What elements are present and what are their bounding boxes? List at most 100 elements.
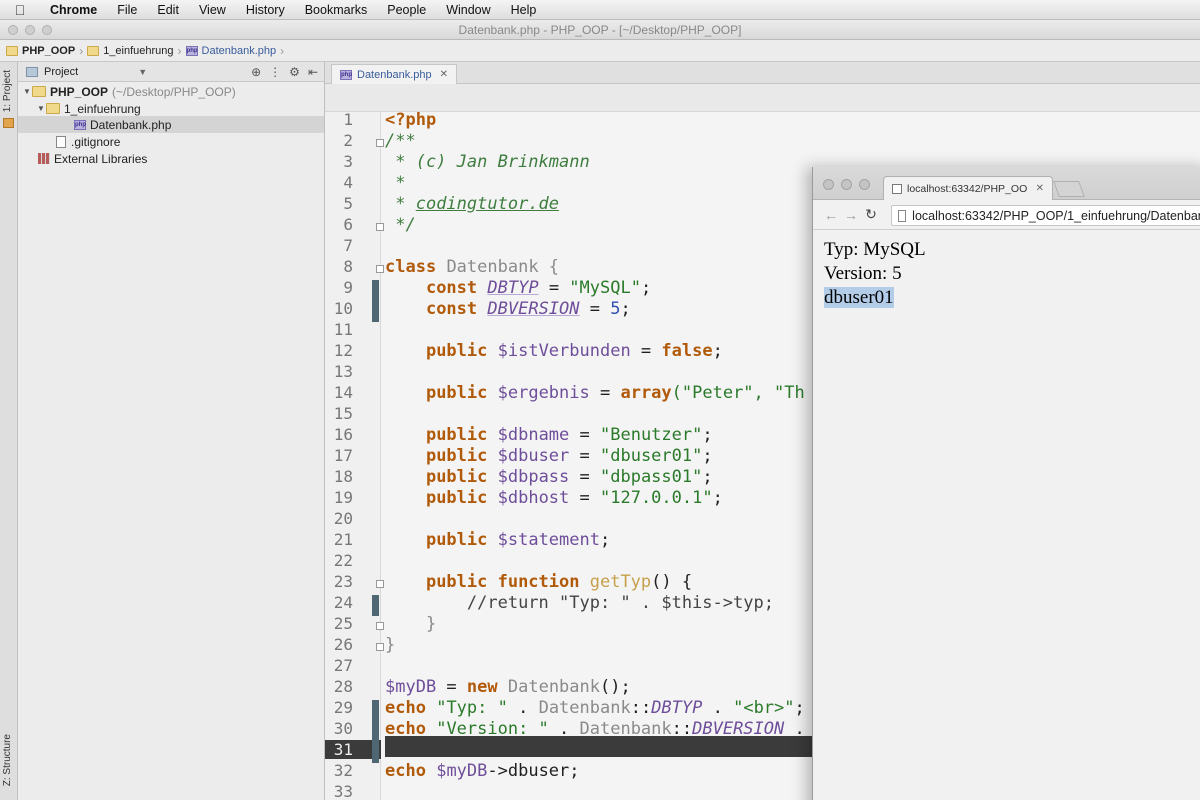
browser-page-content: Typ: MySQL Version: 5 dbuser01 — [813, 230, 1200, 310]
menu-history[interactable]: History — [236, 3, 295, 17]
tab-datenbank-php[interactable]: php Datenbank.php ✕ — [331, 64, 458, 84]
menu-edit[interactable]: Edit — [147, 3, 189, 17]
close-icon[interactable]: ✕ — [440, 69, 448, 80]
code-token: * — [385, 194, 416, 214]
chevron-down-icon[interactable]: ▼ — [36, 104, 46, 113]
line-number: 14 — [333, 383, 353, 402]
menu-people[interactable]: People — [377, 3, 436, 17]
code-line-17: public $dbuser = "dbuser01"; — [385, 446, 713, 466]
address-bar[interactable]: localhost:63342/PHP_OOP/1_einfuehrung/Da… — [891, 205, 1200, 226]
hide-panel-icon[interactable]: ⇤ — [308, 65, 318, 79]
code-token: . — [507, 698, 539, 718]
zoom-window-button[interactable] — [859, 179, 870, 190]
code-token: * (c) Jan Brinkmann — [385, 152, 590, 172]
tree-item-external-libraries[interactable]: External Libraries — [18, 150, 324, 167]
tree-item-path-hint: (~/Desktop/PHP_OOP) — [112, 84, 236, 99]
project-panel-header: Project ▼ ⊕ ⋮ ⚙ ⇤ — [18, 62, 324, 82]
code-token: "dbuser01" — [600, 446, 703, 466]
fold-marker-icon[interactable] — [376, 265, 384, 273]
code-token: echo — [385, 698, 426, 718]
vcs-change-marker[interactable] — [372, 595, 379, 616]
back-arrow-icon[interactable]: ← — [821, 207, 841, 223]
browser-tab[interactable]: localhost:63342/PHP_OO ✕ — [883, 176, 1053, 200]
menu-app-name[interactable]: Chrome — [40, 3, 107, 17]
menu-bookmarks[interactable]: Bookmarks — [295, 3, 378, 17]
fold-marker-icon[interactable] — [376, 580, 384, 588]
reload-icon[interactable]: ↻ — [861, 206, 881, 223]
code-token: ; — [599, 530, 611, 550]
tree-item-label: 1_einfuehrung — [64, 101, 141, 116]
ide-window-title: Datenbank.php - PHP_OOP - [~/Desktop/PHP… — [458, 23, 742, 37]
line-number-gutter: 1 2 3 4 5 6 7 8 9 10 11 12 13 14 15 16 17 18 19 20 21 22 23 24 2… — [325, 110, 384, 800]
tool-window-stripe: 1: Project Z: Structure — [0, 62, 18, 800]
close-window-button[interactable] — [823, 179, 834, 190]
fold-marker-icon[interactable] — [376, 139, 384, 147]
code-token: . — [548, 719, 580, 739]
code-line-23: public function getTyp() { — [385, 572, 692, 592]
code-token: = — [569, 425, 600, 445]
new-tab-button[interactable] — [1053, 181, 1085, 197]
tree-item-file[interactable]: .gitignore — [18, 133, 324, 150]
breadcrumb-project[interactable]: PHP_OOP › — [6, 44, 83, 58]
code-token: { — [538, 257, 560, 277]
code-link[interactable]: codingtutor.de — [416, 194, 559, 214]
code-token: = — [630, 341, 662, 361]
code-token: DBTYP — [651, 698, 703, 718]
tree-item-file-selected[interactable]: php Datenbank.php — [18, 116, 324, 133]
code-token: <?php — [385, 112, 437, 130]
close-icon[interactable]: ✕ — [1036, 183, 1044, 194]
code-token: */ — [385, 215, 416, 235]
code-token: public — [425, 467, 488, 487]
vcs-change-marker[interactable] — [372, 280, 379, 322]
folder-icon — [6, 45, 18, 56]
code-token: :: — [671, 719, 693, 739]
fold-marker-icon[interactable] — [376, 223, 384, 231]
collapse-all-icon[interactable]: ⋮ — [269, 65, 281, 79]
minimize-window-button[interactable] — [841, 179, 852, 190]
chevron-down-icon[interactable]: ▼ — [22, 87, 32, 96]
scroll-from-source-icon[interactable]: ⊕ — [251, 65, 261, 79]
code-token: = — [569, 467, 600, 487]
chevron-down-icon[interactable]: ▼ — [138, 67, 147, 77]
gear-icon[interactable]: ⚙ — [289, 65, 300, 79]
breadcrumb-file[interactable]: php Datenbank.php › — [185, 44, 284, 58]
code-line-8: class Datenbank { — [385, 257, 559, 277]
tree-item-project-root[interactable]: ▼ PHP_OOP (~/Desktop/PHP_OOP) — [18, 83, 324, 100]
code-token: } — [385, 635, 396, 655]
browser-tab-title: localhost:63342/PHP_OO — [907, 182, 1028, 195]
code-token: 5 — [610, 299, 621, 319]
code-token: "dbpass01" — [600, 467, 703, 487]
tool-tab-structure[interactable]: Z: Structure — [2, 734, 13, 786]
breadcrumb-project-label: PHP_OOP — [22, 44, 76, 57]
code-token: getTyp — [589, 572, 652, 592]
code-token: "MySQL" — [569, 278, 641, 298]
apple-icon[interactable]:  — [0, 2, 40, 18]
output-line-dbuser-selected[interactable]: dbuser01 — [824, 287, 894, 308]
code-token: * — [385, 173, 406, 193]
breadcrumb-folder[interactable]: 1_einfuehrung › — [87, 44, 182, 58]
menu-view[interactable]: View — [189, 3, 236, 17]
forward-arrow-icon[interactable]: → — [841, 207, 861, 223]
code-line-18: public $dbpass = "dbpass01"; — [385, 467, 713, 487]
menu-window[interactable]: Window — [436, 3, 500, 17]
favorites-icon[interactable] — [3, 118, 14, 128]
code-token: $myDB — [436, 761, 488, 781]
tree-item-folder[interactable]: ▼ 1_einfuehrung — [18, 100, 324, 117]
vcs-change-marker[interactable] — [372, 700, 379, 763]
code-token: . — [784, 719, 805, 739]
code-token: $dbhost — [497, 488, 570, 508]
menu-help[interactable]: Help — [501, 3, 547, 17]
fold-marker-icon[interactable] — [376, 622, 384, 630]
fold-marker-icon[interactable] — [376, 643, 384, 651]
project-view-selector[interactable]: Project — [44, 66, 78, 78]
code-token: $myDB — [385, 677, 437, 697]
code-token: ; — [702, 467, 713, 487]
tool-tab-project[interactable]: 1: Project — [2, 70, 13, 112]
line-number: 33 — [333, 782, 353, 800]
code-token: (); — [600, 677, 631, 697]
editor-breadcrumb-strip — [325, 84, 1200, 112]
code-token: = — [569, 488, 600, 508]
code-line-6: */ — [385, 215, 416, 235]
code-token: "Version: " — [436, 719, 549, 739]
menu-file[interactable]: File — [107, 3, 147, 17]
